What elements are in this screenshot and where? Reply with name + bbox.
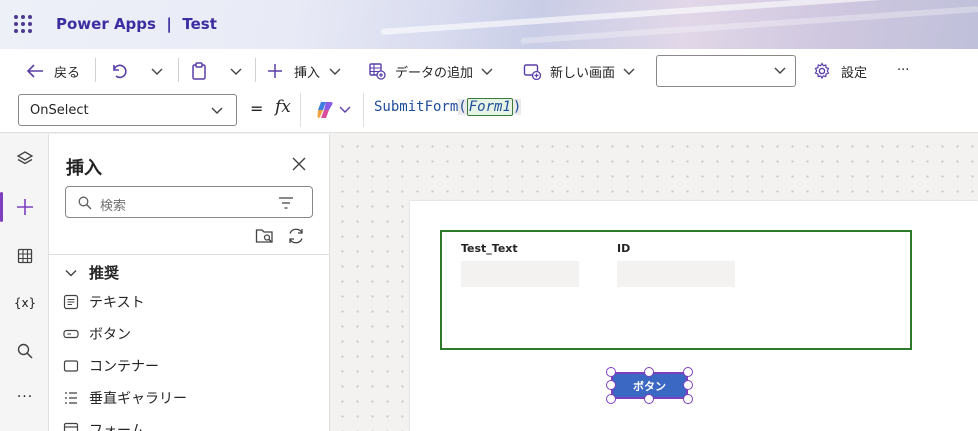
resize-handle[interactable]: [683, 394, 693, 404]
formula-bar: OnSelect = fx SubmitForm(Form1): [0, 93, 978, 133]
undo-icon: [113, 64, 127, 79]
field-label-id: ID: [617, 242, 631, 255]
resize-handle[interactable]: [606, 367, 616, 377]
data-rail-button[interactable]: [14, 245, 36, 267]
chevron-down-icon: [151, 68, 163, 75]
property-dropdown[interactable]: OnSelect: [18, 94, 237, 126]
resize-handle[interactable]: [644, 367, 654, 377]
app-header: Power Apps | Test: [0, 0, 978, 49]
plus-icon: [17, 199, 33, 215]
folder-search-icon: [255, 229, 273, 243]
text-icon: [63, 294, 79, 310]
table-icon: [17, 248, 33, 264]
chevron-down-icon: [230, 68, 242, 75]
insert-panel: 挿入 検索 推奨 テキスト ボタン コンテナー 垂直ギャラリー フォーム: [49, 134, 330, 431]
panel-title: 挿入: [66, 158, 102, 179]
layers-icon: [16, 151, 34, 165]
paste-button[interactable]: [190, 59, 208, 83]
field-input-id[interactable]: [617, 261, 735, 287]
resize-handle[interactable]: [644, 394, 654, 404]
container-icon: [63, 358, 79, 374]
copilot-icon: [317, 102, 333, 118]
resize-handle[interactable]: [606, 380, 616, 390]
list-item-container[interactable]: コンテナー: [63, 354, 159, 378]
chevron-down-icon: [481, 68, 493, 75]
variables-rail-button[interactable]: {x}: [14, 292, 36, 314]
add-data-button[interactable]: データの追加: [368, 59, 494, 83]
section-header-recommended[interactable]: 推奨: [65, 262, 119, 283]
equals-sign: =: [250, 99, 264, 118]
plus-icon: [268, 64, 282, 78]
refresh-icon: [289, 228, 303, 244]
form-icon: [63, 422, 79, 431]
chevron-down-icon: [339, 106, 351, 113]
field-input-test-text[interactable]: [461, 261, 579, 287]
database-add-icon: [369, 63, 386, 80]
chevron-down-icon: [329, 68, 341, 75]
form-control[interactable]: Test_Text ID: [440, 230, 912, 350]
chevron-down-icon: [211, 107, 223, 114]
clipboard-icon: [192, 62, 206, 80]
divider: [49, 254, 330, 255]
active-indicator: [0, 192, 3, 222]
list-item-button[interactable]: ボタン: [63, 322, 131, 346]
resize-handle[interactable]: [683, 367, 693, 377]
browse-folder-button[interactable]: [255, 227, 275, 249]
button-icon: [63, 326, 79, 342]
app-launcher-icon[interactable]: [14, 15, 32, 33]
gear-icon: [814, 62, 830, 80]
chevron-down-icon: [65, 269, 77, 276]
more-icon: ···: [16, 389, 34, 405]
filter-icon[interactable]: [278, 197, 294, 209]
list-item-vertical-gallery[interactable]: 垂直ギャラリー: [63, 386, 187, 410]
formula-editor[interactable]: SubmitForm(Form1): [374, 98, 522, 116]
undo-dropdown-button[interactable]: [150, 59, 164, 83]
app-title: Power Apps | Test: [56, 15, 217, 33]
field-label-test-text: Test_Text: [461, 242, 518, 255]
list-item-text[interactable]: テキスト: [63, 290, 145, 314]
close-panel-button[interactable]: [292, 156, 306, 175]
search-rail-button[interactable]: [14, 340, 36, 362]
variables-icon: {x}: [13, 296, 37, 310]
more-options-button[interactable]: ···: [897, 58, 909, 82]
undo-button[interactable]: [110, 59, 128, 83]
back-arrow-icon: [26, 64, 43, 78]
insert-rail-button[interactable]: [14, 196, 36, 218]
more-rail-button[interactable]: ···: [14, 386, 36, 408]
new-screen-icon: [523, 64, 541, 80]
settings-button[interactable]: 設定: [813, 59, 867, 83]
gallery-icon: [63, 390, 79, 406]
insert-button[interactable]: 挿入: [267, 59, 342, 83]
search-icon: [78, 196, 92, 210]
screen-selector-dropdown[interactable]: [656, 55, 796, 87]
back-button[interactable]: 戻る: [26, 59, 80, 83]
list-item-form[interactable]: フォーム: [63, 418, 145, 431]
search-input[interactable]: 検索: [65, 186, 313, 218]
paste-dropdown-button[interactable]: [229, 59, 243, 83]
copilot-button[interactable]: [300, 93, 364, 127]
search-icon: [17, 343, 33, 359]
chevron-down-icon: [623, 68, 635, 75]
fx-icon[interactable]: fx: [275, 97, 291, 117]
refresh-button[interactable]: [287, 227, 305, 249]
chevron-down-icon: [774, 67, 786, 74]
resize-handle[interactable]: [606, 394, 616, 404]
more-icon: ···: [897, 62, 910, 78]
close-icon: [292, 157, 306, 171]
left-rail: {x} ···: [0, 134, 49, 431]
resize-handle[interactable]: [683, 380, 693, 390]
new-screen-button[interactable]: 新しい画面: [523, 59, 636, 83]
tree-view-button[interactable]: [14, 148, 36, 170]
